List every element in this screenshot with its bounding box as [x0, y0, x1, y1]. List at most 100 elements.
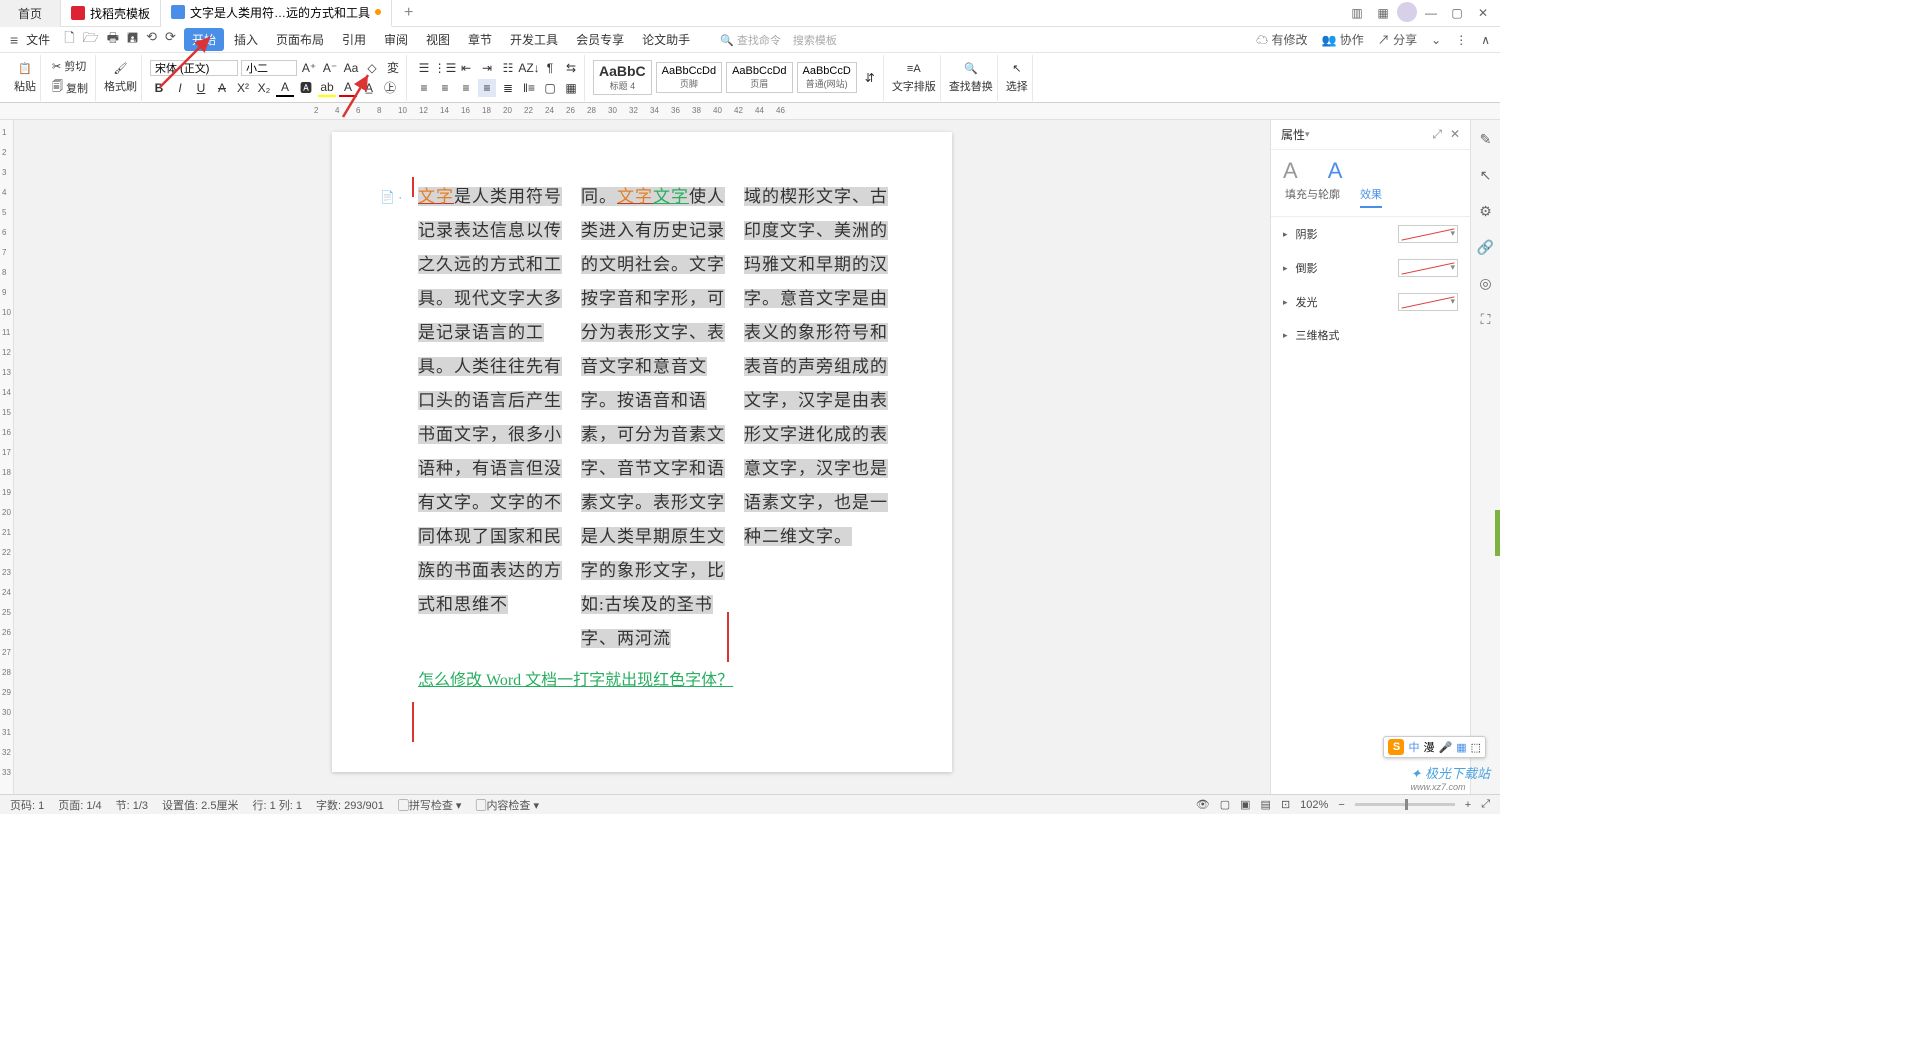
size-select[interactable] [241, 60, 297, 76]
align-justify-icon[interactable]: ≡ [478, 79, 496, 97]
circle-char-icon[interactable]: ㊤ [381, 79, 399, 97]
menu-start[interactable]: 开始 [184, 28, 224, 51]
new-tab-button[interactable]: + [392, 4, 425, 22]
style-heading4[interactable]: AaBbC标题 4 [593, 60, 652, 95]
print-icon[interactable]: 🖶 [107, 29, 119, 51]
ruler-horizontal[interactable]: 2468101214161820222426283032343638404244… [0, 103, 1500, 120]
menu-reference[interactable]: 引用 [334, 28, 374, 51]
view-outline-icon[interactable]: ▤ [1261, 798, 1271, 811]
minimize-button[interactable]: — [1419, 2, 1443, 24]
collapse-ribbon-icon[interactable]: ∧ [1481, 33, 1490, 47]
shading-icon[interactable]: ▢ [541, 79, 559, 97]
prop-reflection[interactable]: ▸倒影▾ [1271, 251, 1470, 285]
grow-font-icon[interactable]: A⁺ [300, 59, 318, 77]
zoom-out-icon[interactable]: − [1338, 799, 1344, 811]
maximize-button[interactable]: ▢ [1445, 2, 1469, 24]
font-color-button[interactable]: A [276, 79, 294, 97]
status-setting[interactable]: 设置值: 2.5厘米 [162, 797, 238, 813]
find-replace-button[interactable]: 🔍 [961, 61, 981, 76]
menu-view[interactable]: 视图 [418, 28, 458, 51]
select-button[interactable]: ↖ [1009, 61, 1024, 76]
menu-insert[interactable]: 插入 [226, 28, 266, 51]
menu-member[interactable]: 会员专享 [568, 28, 632, 51]
column-1[interactable]: 文字是人类用符号记录表达信息以传之久远的方式和工具。现代文字大多是记录语言的工具… [418, 180, 563, 656]
view-web-icon[interactable]: ▣ [1240, 798, 1250, 811]
format-brush[interactable]: 🖌 [111, 61, 131, 76]
column-3[interactable]: 域的楔形文字、古印度文字、美洲的玛雅文和早期的汉字。意音文字是由表义的象形符号和… [744, 180, 889, 656]
reflection-preset[interactable]: ▾ [1398, 259, 1458, 277]
clear-format-icon[interactable]: ◇ [363, 59, 381, 77]
styles-more-icon[interactable]: ⇵ [861, 69, 879, 87]
italic-button[interactable]: I [171, 79, 189, 97]
bold-button[interactable]: B [150, 79, 168, 97]
status-position[interactable]: 行: 1 列: 1 [252, 797, 302, 813]
shadow-preset[interactable]: ▾ [1398, 225, 1458, 243]
menu-icon[interactable]: ≡ [10, 32, 18, 48]
style-normal-web[interactable]: AaBbCcD普通(网站) [797, 62, 857, 93]
view-mode-icon[interactable]: 👁 [1196, 798, 1210, 811]
document-canvas[interactable]: 📄 · 文字是人类用符号记录表达信息以传之久远的方式和工具。现代文字大多是记录语… [14, 120, 1270, 794]
font-select[interactable] [150, 60, 238, 76]
prop-shadow[interactable]: ▸阴影▾ [1271, 217, 1470, 251]
effects-tab[interactable]: A [1328, 158, 1343, 184]
settings-icon[interactable]: ⚙ [1477, 202, 1495, 220]
glow-preset[interactable]: ▾ [1398, 293, 1458, 311]
paste-button[interactable]: 📋 [15, 61, 35, 76]
new-icon[interactable]: 🗋 [64, 29, 74, 51]
style-footer[interactable]: AaBbCcDd页脚 [656, 62, 722, 93]
borders-icon[interactable]: ▦ [562, 79, 580, 97]
numbering-icon[interactable]: ⋮☰ [436, 59, 454, 77]
menu-devtools[interactable]: 开发工具 [502, 28, 566, 51]
shrink-font-icon[interactable]: A⁻ [321, 59, 339, 77]
tab-settings-icon[interactable]: ⇆ [562, 59, 580, 77]
indent-dec-icon[interactable]: ⇤ [457, 59, 475, 77]
line-spacing-icon[interactable]: ‖≡ [520, 79, 538, 97]
more-icon[interactable]: ⋮ [1455, 33, 1467, 47]
align-distribute-icon[interactable]: ≣ [499, 79, 517, 97]
subscript-button[interactable]: X₂ [255, 79, 273, 97]
strike-button[interactable]: A [213, 79, 231, 97]
tab-template[interactable]: 找稻壳模板 [61, 0, 161, 27]
layout-icon[interactable]: ▥ [1345, 2, 1369, 24]
ime-skin-icon[interactable]: ⬚ [1471, 741, 1481, 754]
template-search[interactable]: 搜索模板 [793, 32, 837, 48]
menu-pagelayout[interactable]: 页面布局 [268, 28, 332, 51]
status-page-code[interactable]: 页码: 1 [10, 797, 44, 813]
showmarks-icon[interactable]: ¶ [541, 59, 559, 77]
ruler-vertical[interactable]: 1234567891011121314151617181920212223242… [0, 120, 14, 794]
text-layout-button[interactable]: ≡A [904, 62, 924, 76]
bullets-icon[interactable]: ☰ [415, 59, 433, 77]
side-handle[interactable] [1495, 510, 1500, 556]
hyperlink[interactable]: 怎么修改 Word 文档一打字就出现红色字体？ [418, 666, 902, 690]
location-icon[interactable]: ◎ [1477, 274, 1495, 292]
redo-icon[interactable]: ⟳ [165, 29, 176, 51]
ime-lang[interactable]: 中 [1408, 739, 1419, 755]
status-spellcheck[interactable]: ▢拼写检查 ▾ [398, 797, 462, 813]
menu-thesis[interactable]: 论文助手 [634, 28, 698, 51]
fill-opts-icon[interactable]: ☷ [499, 59, 517, 77]
ime-mic-icon[interactable]: 🎤 [1438, 741, 1452, 754]
close-panel-icon[interactable]: ✕ [1450, 127, 1460, 142]
collaborate[interactable]: 👥 协作 [1321, 31, 1363, 48]
zoom-slider[interactable] [1355, 803, 1455, 806]
align-center-icon[interactable]: ≡ [436, 79, 454, 97]
style-header[interactable]: AaBbCcDd页眉 [726, 62, 792, 93]
cursor-icon[interactable]: ↖ [1477, 166, 1495, 184]
close-button[interactable]: ✕ [1471, 2, 1495, 24]
save-icon[interactable]: 🖪 [127, 29, 138, 51]
underline-button[interactable]: U [192, 79, 210, 97]
phonetic-icon[interactable]: 変 [384, 59, 402, 77]
status-page[interactable]: 页面: 1/4 [58, 797, 101, 813]
indent-inc-icon[interactable]: ⇥ [478, 59, 496, 77]
char-shading-icon[interactable]: 🅰 [297, 79, 315, 97]
menu-section[interactable]: 章节 [460, 28, 500, 51]
expand-icon[interactable]: ⛶ [1477, 310, 1495, 328]
share[interactable]: ↗ 分享 [1378, 31, 1417, 48]
zoom-fit-icon[interactable]: ⊡ [1281, 798, 1290, 811]
status-section[interactable]: 节: 1/3 [116, 797, 148, 813]
zoom-value[interactable]: 102% [1300, 799, 1328, 811]
track-changes[interactable]: ☁ 有修改 [1256, 31, 1307, 48]
zoom-in-icon[interactable]: + [1465, 799, 1471, 811]
fullscreen-icon[interactable]: ⤢ [1481, 798, 1490, 811]
cut-button[interactable]: ✂ 剪切 [49, 57, 91, 75]
